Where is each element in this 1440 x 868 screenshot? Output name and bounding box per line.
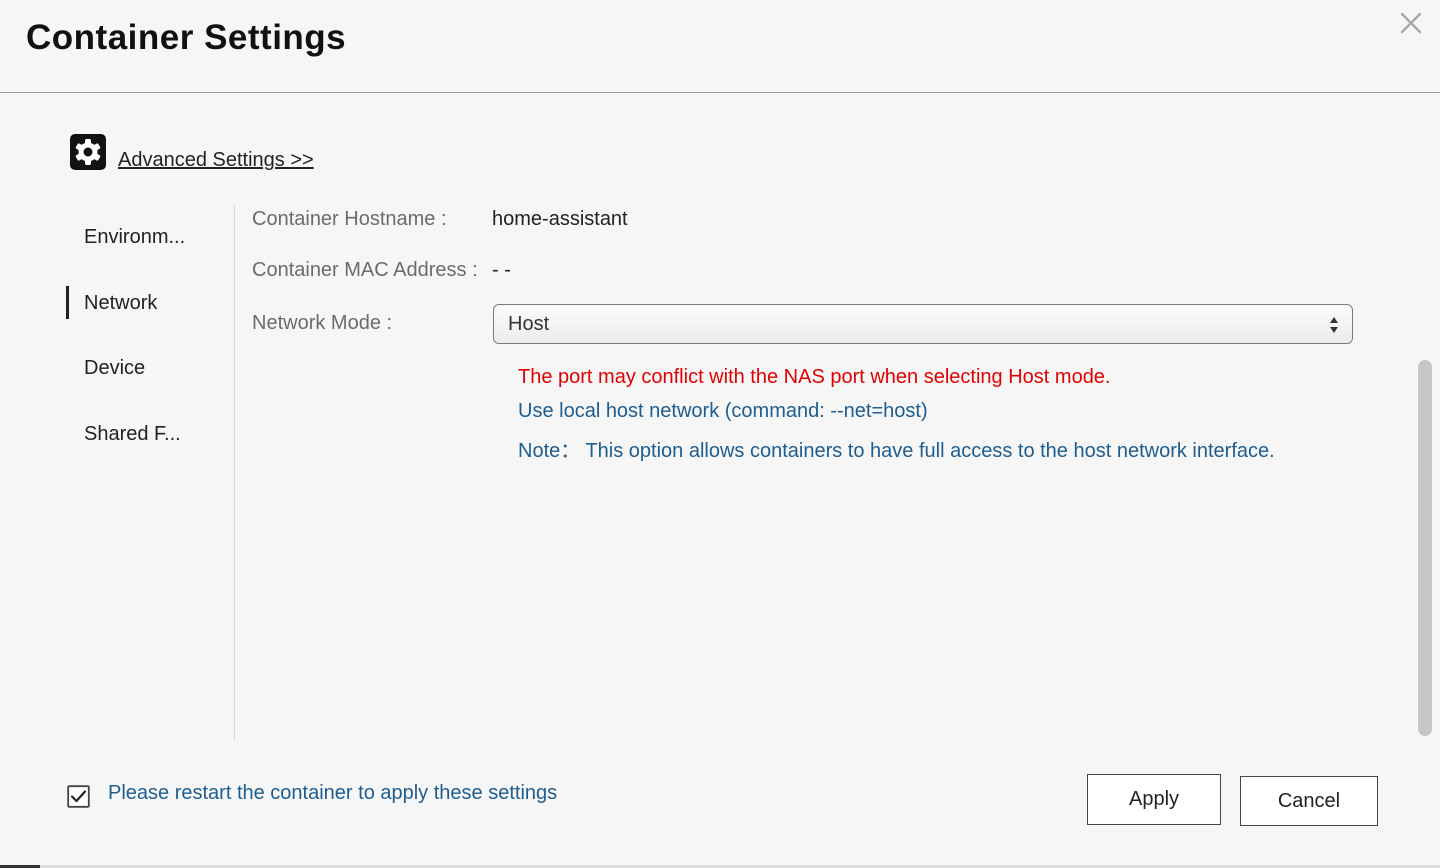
host-mode-command-info: Use local host network (command: --net=h… [518,400,928,422]
advanced-settings: Advanced Settings >> [70,130,314,172]
hostname-label: Container Hostname : [252,208,447,230]
sidebar-item-network[interactable]: Network [84,292,157,315]
network-mode-selected-value: Host [508,313,550,335]
gear-icon [70,134,106,170]
restart-checkbox[interactable] [67,785,90,808]
network-mode-select[interactable]: Host [493,304,1353,344]
sidebar-divider [234,205,235,740]
hostname-value: home-assistant [492,208,628,230]
scrollbar-thumb[interactable] [1418,360,1432,736]
sidebar-item-shared-folders[interactable]: Shared F... [84,423,181,446]
advanced-settings-link[interactable]: Advanced Settings >> [118,149,314,172]
sidebar-item-environment[interactable]: Environm... [84,226,185,249]
restart-checkbox-label[interactable]: Please restart the container to apply th… [108,782,557,805]
select-arrows-icon [1330,317,1338,333]
mac-address-value: - - [492,259,511,281]
host-mode-warning: The port may conflict with the NAS port … [518,366,1111,388]
sidebar-item-device[interactable]: Device [84,357,145,380]
dialog-title: Container Settings [26,18,347,57]
host-mode-note: Note： This option allows containers to h… [518,440,1275,462]
sidebar-active-indicator [66,286,69,319]
cancel-button[interactable]: Cancel [1240,776,1378,826]
apply-button[interactable]: Apply [1087,774,1221,825]
network-mode-label: Network Mode : [252,312,393,334]
close-icon[interactable] [1396,8,1426,38]
dialog-header: Container Settings [0,0,1440,93]
mac-address-label: Container MAC Address : [252,259,478,281]
